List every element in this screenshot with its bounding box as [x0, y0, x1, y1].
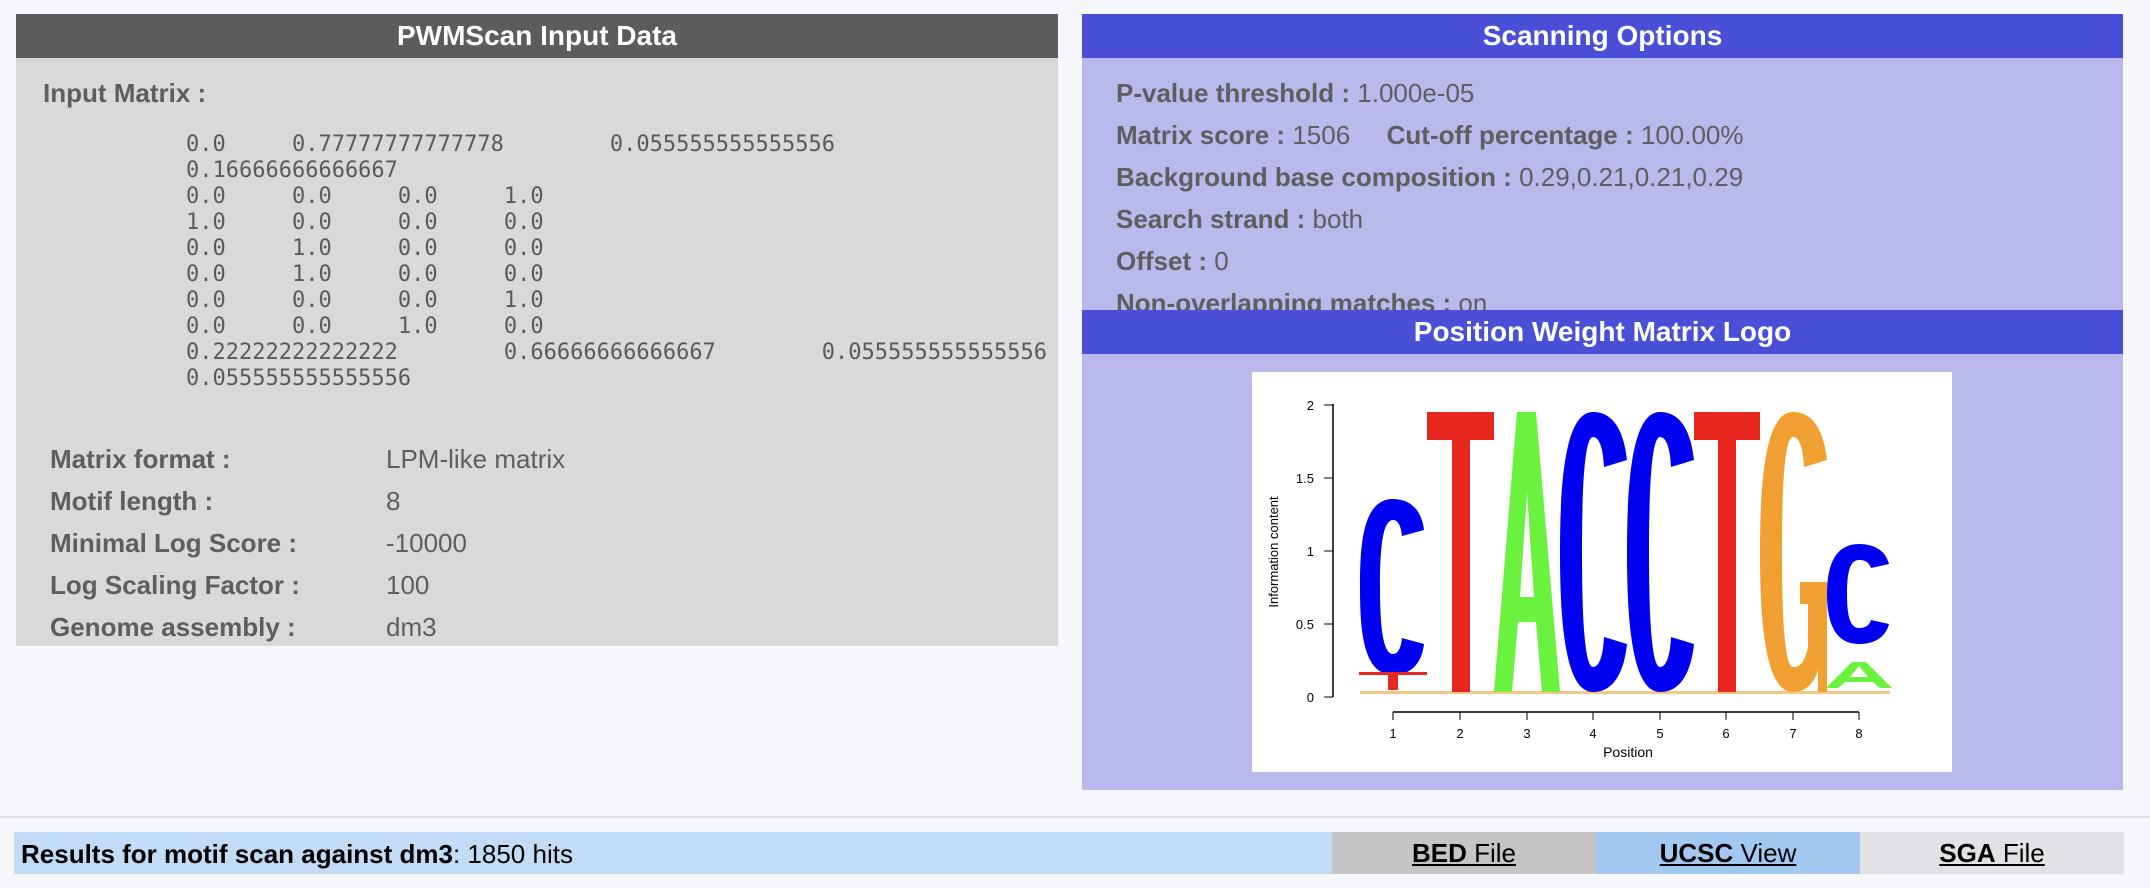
results-hit-count: : 1850 hits — [452, 839, 573, 869]
cutoff-label: Cut-off percentage : — [1386, 120, 1634, 150]
y-tick-label: 1 — [1307, 544, 1314, 559]
sga-file-link-rest: File — [1995, 838, 2045, 868]
minimal-log-score-label: Minimal Log Score : — [50, 528, 298, 558]
logo-letter-a — [1826, 662, 1892, 688]
matrix-row: 0.16666666666667 — [186, 158, 398, 183]
motif-length-value: 8 — [386, 486, 401, 516]
bed-file-link-rest: File — [1466, 838, 1517, 868]
offset-label: Offset : — [1116, 246, 1207, 276]
x-tick-label: 7 — [1789, 726, 1796, 741]
logo-letter-c — [1627, 412, 1694, 692]
pvalue-row: P-value threshold : 1.000e-05 — [1116, 78, 1474, 109]
search-strand-label: Search strand : — [1116, 204, 1306, 234]
results-summary: Results for motif scan against dm3: 1850… — [21, 839, 573, 870]
matrix-row: 0.0 1.0 0.0 0.0 — [186, 262, 544, 287]
x-tick-label: 2 — [1456, 726, 1463, 741]
logo-letter-a — [1494, 412, 1560, 692]
genome-assembly-value: dm3 — [386, 612, 437, 642]
matrix-row: 0.0 0.0 0.0 1.0 — [186, 184, 544, 209]
pvalue-label: P-value threshold : — [1116, 78, 1351, 108]
x-tick-label: 4 — [1589, 726, 1596, 741]
bed-file-link[interactable]: BED File — [1332, 832, 1596, 874]
logo-letter-c — [1560, 412, 1627, 692]
logo-letter-t — [1359, 672, 1427, 690]
matrix-row: 1.0 0.0 0.0 0.0 — [186, 210, 544, 235]
matrix-row: 0.0 0.0 1.0 0.0 — [186, 314, 544, 339]
matrix-format-label: Matrix format : — [50, 444, 231, 474]
logo-x-axis-label: Position — [1603, 744, 1653, 760]
logo-y-axis-label: Information content — [1266, 496, 1281, 608]
scanning-options-header: Scanning Options — [1082, 14, 2123, 58]
matrix-row: 0.0 0.0 0.0 1.0 — [186, 288, 544, 313]
x-tick-label: 1 — [1389, 726, 1396, 741]
logo-letter-t — [1694, 412, 1760, 692]
background-label: Background base composition : — [1116, 162, 1512, 192]
sga-file-link[interactable]: SGA File — [1860, 832, 2124, 874]
scanning-options-panel: Scanning Options P-value threshold : 1.0… — [1082, 14, 2123, 790]
background-row: Background base composition : 0.29,0.21,… — [1116, 162, 1743, 193]
matrix-score-row: Matrix score : 1506 Cut-off percentage :… — [1116, 120, 1744, 151]
y-tick-label: 0.5 — [1296, 617, 1314, 632]
input-matrix-label: Input Matrix : — [43, 78, 207, 108]
logo-letter-c — [1360, 499, 1424, 675]
matrix-score-value: 1506 — [1292, 120, 1351, 150]
sequence-logo: 0 0.5 1 1.5 2 Information content 1 2 3 … — [1252, 372, 1952, 772]
matrix-row: 0.0 1.0 0.0 0.0 — [186, 236, 544, 261]
offset-value: 0 — [1214, 246, 1229, 276]
genome-assembly-label: Genome assembly : — [50, 612, 296, 642]
sga-file-link-bold: SGA — [1939, 838, 1996, 868]
matrix-row: 0.0 0.77777777777778 0.055555555555556 — [186, 132, 836, 157]
logo-baseline — [1360, 691, 1890, 694]
results-summary-label: Results for motif scan against dm3 — [21, 839, 453, 869]
log-scaling-factor-value: 100 — [386, 570, 430, 600]
results-bar: Results for motif scan against dm3: 1850… — [14, 832, 2124, 874]
logo-letter-c — [1827, 544, 1889, 644]
matrix-score-label: Matrix score : — [1116, 120, 1286, 150]
ucsc-view-link-bold: UCSC — [1659, 838, 1734, 868]
ucsc-view-link-rest: View — [1733, 838, 1797, 868]
y-tick-label: 0 — [1307, 690, 1314, 705]
x-tick-label: 6 — [1722, 726, 1729, 741]
matrix-row: 0.055555555555556 — [186, 366, 412, 391]
input-data-header: PWMScan Input Data — [16, 14, 1058, 58]
search-strand-row: Search strand : both — [1116, 204, 1363, 235]
x-tick-label: 3 — [1523, 726, 1530, 741]
offset-row: Offset : 0 — [1116, 246, 1229, 277]
x-tick-label: 8 — [1855, 726, 1862, 741]
matrix-format-value: LPM-like matrix — [386, 444, 566, 474]
section-divider — [0, 816, 2150, 818]
background-value: 0.29,0.21,0.21,0.29 — [1519, 162, 1744, 192]
logo-letter-t — [1427, 412, 1494, 692]
search-strand-value: both — [1312, 204, 1364, 234]
cutoff-value: 100.00% — [1640, 120, 1744, 150]
log-scaling-factor-label: Log Scaling Factor : — [50, 570, 300, 600]
x-tick-label: 5 — [1656, 726, 1663, 741]
y-tick-label: 1.5 — [1296, 471, 1314, 486]
pvalue-value: 1.000e-05 — [1357, 78, 1475, 108]
sequence-logo-svg: 0 0.5 1 1.5 2 Information content 1 2 3 … — [1266, 398, 1892, 760]
input-matrix-text: 0.0 0.77777777777778 0.055555555555556 0.… — [186, 132, 1047, 392]
logo-header: Position Weight Matrix Logo — [1082, 310, 2123, 354]
minimal-log-score-value: -10000 — [386, 528, 467, 558]
motif-length-label: Motif length : — [50, 486, 214, 516]
logo-letter-g — [1760, 412, 1827, 692]
ucsc-view-link[interactable]: UCSC View — [1596, 832, 1860, 874]
y-tick-label: 2 — [1307, 398, 1314, 413]
input-data-panel: PWMScan Input Data Input Matrix : 0.0 0.… — [16, 14, 1058, 646]
bed-file-link-bold: BED — [1411, 838, 1467, 868]
matrix-row: 0.22222222222222 0.66666666666667 0.0555… — [186, 340, 1047, 365]
